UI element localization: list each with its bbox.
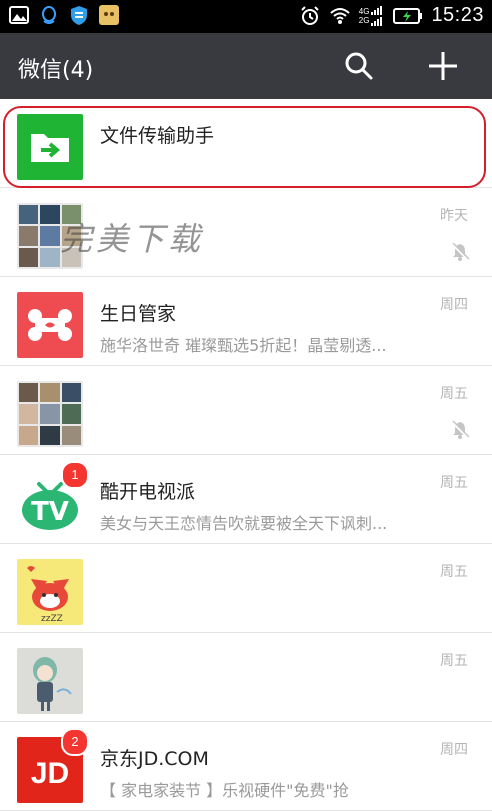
mute-bell-icon: [451, 242, 470, 261]
network-4g-label: 4G: [358, 6, 370, 16]
chat-time: 周五: [440, 564, 468, 580]
chat-time: 周五: [440, 386, 468, 402]
chat-row-birthday-manager[interactable]: 生日管家 施华洛世奇 璀璨甄选5折起！晶莹剔透... 周四: [0, 277, 492, 366]
folder-arrow-icon: [31, 134, 69, 162]
search-icon[interactable]: [344, 51, 374, 81]
bone-logo-icon: [28, 309, 72, 341]
chat-time: 昨天: [440, 208, 468, 224]
cartoon-fox-icon: zzZZ: [27, 566, 69, 624]
jd-logo-text: JD: [31, 757, 69, 790]
chat-row-file-transfer[interactable]: 文件传输助手: [0, 99, 492, 188]
unread-badge: 1: [61, 461, 89, 489]
chat-row-contact-1[interactable]: zzZZ 周五: [0, 544, 492, 633]
status-bar: 4G 2G 15:23: [0, 0, 492, 33]
chat-row-contact-2[interactable]: 周五: [0, 633, 492, 722]
chat-time: 周五: [440, 653, 468, 669]
network-signal: 4G 2G: [358, 5, 386, 26]
app-notification-icon: [99, 5, 119, 25]
sleep-text: zzZZ: [41, 614, 63, 624]
tv-logo-text: TV: [31, 497, 69, 527]
avatar: [17, 292, 83, 358]
alarm-icon: [301, 5, 319, 25]
chat-name: 文件传输助手: [100, 125, 215, 147]
chat-name: 酷开电视派: [100, 481, 196, 503]
watermark: 完美下载: [60, 220, 205, 258]
chat-time: 周四: [440, 742, 468, 758]
qq-icon: [42, 6, 56, 24]
chat-time: 周五: [440, 475, 468, 491]
avatar: [17, 648, 83, 714]
chat-row-jd[interactable]: JD 2 京东JD.COM 【 家电家装节 】乐视硬件"免费"抢 周四: [0, 722, 492, 811]
shield-icon: [71, 6, 87, 25]
chat-time: 周四: [440, 297, 468, 313]
chat-name: 京东JD.COM: [100, 748, 209, 770]
app-header: 微信(4): [0, 33, 492, 99]
chat-preview: 施华洛世奇 璀璨甄选5折起！晶莹剔透...: [100, 336, 387, 355]
network-2g-label: 2G: [358, 15, 370, 25]
chat-preview: 美女与天王恋情告吹就要被全天下讽刺...: [100, 514, 388, 533]
group-avatar: [17, 381, 83, 447]
status-clock: 15:23: [431, 4, 484, 26]
mute-bell-icon: [451, 420, 470, 439]
signal-bars-icon: [371, 5, 383, 26]
avatar: zzZZ: [17, 559, 83, 625]
page-title: 微信(4): [18, 58, 94, 83]
anime-girl-icon: [33, 657, 72, 711]
status-left-icons: [8, 4, 120, 26]
avatar: [17, 114, 83, 180]
chat-preview: 【 家电家装节 】乐视硬件"免费"抢: [100, 781, 349, 800]
chat-row-group-2[interactable]: 周五: [0, 366, 492, 455]
battery-icon: [393, 7, 423, 24]
add-icon[interactable]: [426, 49, 460, 83]
chat-list: 文件传输助手 昨天 生日管家 施华洛世奇 璀璨甄选5折起！晶莹剔透... 周四 …: [0, 99, 492, 811]
gallery-icon: [9, 6, 29, 24]
wifi-icon: [330, 7, 350, 24]
chat-row-kukai-tv[interactable]: TV 1 酷开电视派 美女与天王恋情告吹就要被全天下讽刺... 周五: [0, 455, 492, 544]
status-right-icons: 4G 2G 15:23: [299, 4, 484, 27]
chat-name: 生日管家: [100, 303, 177, 325]
unread-badge: 2: [61, 728, 89, 756]
